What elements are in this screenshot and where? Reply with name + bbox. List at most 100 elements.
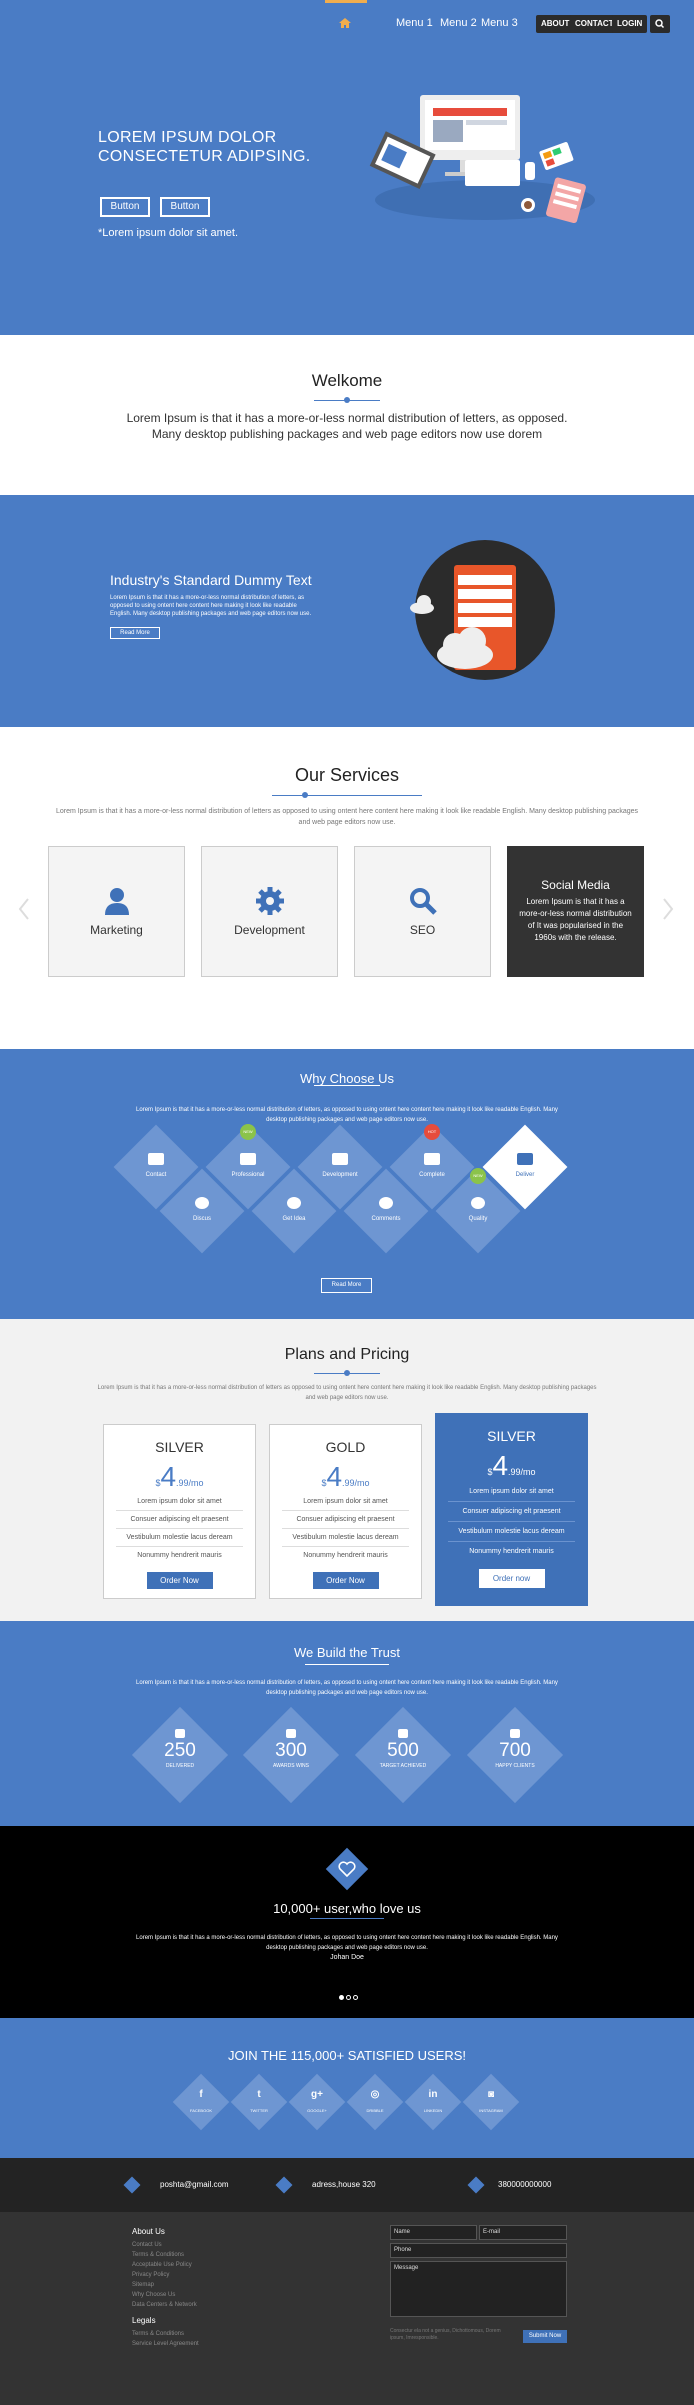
carousel-dot[interactable] xyxy=(353,1995,358,2000)
message-field[interactable]: Message xyxy=(390,2261,567,2317)
dummy-title: Industry's Standard Dummy Text xyxy=(110,572,312,588)
services-text: Lorem Ipsum is that it has a more-or-les… xyxy=(55,808,639,826)
footer-link[interactable]: Terms & Conditions xyxy=(132,2329,199,2339)
join-title: JOIN THE 115,000+ SATISFIED USERS! xyxy=(227,2048,467,2063)
footer-link[interactable]: Privacy Policy xyxy=(132,2270,197,2280)
why-title: Why Choose Us xyxy=(300,1071,394,1086)
carousel-dot-active[interactable] xyxy=(339,1995,344,2000)
social-diamond[interactable] xyxy=(172,2073,230,2131)
plan-feature: Vestibulum molestie lacus deream xyxy=(282,1529,409,1547)
social-diamond[interactable] xyxy=(404,2073,462,2131)
dummy-read-more-button[interactable]: Read More xyxy=(110,627,160,639)
linkedin-icon: in xyxy=(428,2089,438,2100)
footer-link[interactable]: Why Choose Us xyxy=(132,2290,197,2300)
social-label: INSTAGRAM xyxy=(479,2108,503,2113)
heart-icon xyxy=(338,1861,356,1877)
order-now-button[interactable]: Order now xyxy=(478,1569,545,1588)
hero-section: Menu 1 Menu 2 Menu 3 ABOUT CONTACT LOGIN… xyxy=(0,0,694,335)
social-diamond[interactable] xyxy=(462,2073,520,2131)
facebook-icon: f xyxy=(199,2089,203,2100)
social-label: TWITTER xyxy=(250,2108,268,2113)
feature-label: Development xyxy=(322,1172,358,1178)
footer-link[interactable]: Data Centers & Network xyxy=(132,2300,197,2310)
stat-label: DELIVERED xyxy=(165,1763,195,1769)
contact-email[interactable]: poshta@gmail.com xyxy=(160,2180,229,2189)
plan-name: SILVER xyxy=(155,1439,204,1455)
order-now-button[interactable]: Order Now xyxy=(312,1572,379,1589)
social-diamond[interactable] xyxy=(230,2073,288,2131)
about-button[interactable]: ABOUT xyxy=(536,15,575,33)
menu-1-link[interactable]: Menu 1 xyxy=(396,17,433,29)
service-label: Development xyxy=(234,923,305,937)
name-field[interactable]: Name xyxy=(390,2225,477,2240)
carousel-dot[interactable] xyxy=(346,1995,351,2000)
phone-field[interactable]: Phone xyxy=(390,2243,567,2258)
hero-title: LOREM IPSUM DOLOR CONSECTETUR ADIPSING. xyxy=(98,129,311,165)
welcome-section: Welkome Lorem Ipsum is that it has a mor… xyxy=(0,335,694,495)
services-title: Our Services xyxy=(294,765,400,785)
badge: NEW xyxy=(240,1124,256,1140)
service-description: Lorem Ipsum is that it has a more-or-les… xyxy=(519,897,632,942)
feature-icon xyxy=(240,1153,256,1165)
plan-card-featured: SILVER $4.99/mo Lorem ipsum dolor sit am… xyxy=(435,1413,588,1606)
stat-icon xyxy=(175,1729,185,1738)
feature-icon xyxy=(287,1197,301,1209)
badge: HOT xyxy=(424,1124,440,1140)
why-read-more-button[interactable]: Read More xyxy=(321,1278,372,1293)
search-button[interactable] xyxy=(650,15,670,33)
chevron-right-icon[interactable] xyxy=(662,897,674,921)
search-icon xyxy=(410,888,437,915)
contact-bar: poshta@gmail.com adress,house 320 380000… xyxy=(0,2158,694,2212)
gear-icon xyxy=(256,887,284,915)
price-cents: .99 xyxy=(342,1478,355,1488)
submit-button[interactable]: Submit Now xyxy=(523,2330,567,2343)
service-label: SEO xyxy=(409,923,436,937)
instagram-icon: ◙ xyxy=(487,2089,495,2100)
service-card-social-media[interactable]: Social Media Lorem Ipsum is that it has … xyxy=(507,846,644,977)
feature-label: Discus xyxy=(192,1216,211,1222)
login-button[interactable]: LOGIN xyxy=(612,15,648,33)
plans-text: Lorem Ipsum is that it has a more-or-les… xyxy=(97,1385,597,1401)
price-cents: .99 xyxy=(508,1467,521,1477)
social-diamond[interactable] xyxy=(288,2073,346,2131)
testimonial-author: Johan Doe xyxy=(330,1954,364,1961)
trust-title: We Build the Trust xyxy=(294,1645,400,1660)
stat-number: 700 xyxy=(499,1740,531,1761)
service-card-marketing[interactable]: Marketing xyxy=(48,846,185,977)
stat-number: 300 xyxy=(275,1740,307,1761)
service-card-development[interactable]: Development xyxy=(201,846,338,977)
footer-link[interactable]: Acceptable Use Policy xyxy=(132,2260,197,2270)
feature-icon xyxy=(517,1153,533,1165)
section-divider xyxy=(314,1370,380,1376)
dribbble-icon: ◎ xyxy=(370,2089,380,2100)
hero-button-2[interactable]: Button xyxy=(160,197,210,217)
footer-link[interactable]: Sitemap xyxy=(132,2280,197,2290)
price-value: 4 xyxy=(492,1450,509,1481)
stat-icon xyxy=(286,1729,296,1738)
plan-feature: Vestibulum molestie lacus deream xyxy=(116,1529,243,1547)
phone-icon xyxy=(467,2176,485,2194)
contact-phone[interactable]: 380000000000 xyxy=(498,2180,551,2189)
chevron-left-icon[interactable] xyxy=(18,897,30,921)
footer-link[interactable]: Terms & Conditions xyxy=(132,2250,197,2260)
menu-2-link[interactable]: Menu 2 xyxy=(440,17,477,29)
menu-3-link[interactable]: Menu 3 xyxy=(481,17,518,29)
order-now-button[interactable]: Order Now xyxy=(146,1572,213,1589)
social-diamond[interactable] xyxy=(346,2073,404,2131)
footer-legals-heading: Legals xyxy=(132,2316,156,2325)
feature-label: Professional xyxy=(231,1172,265,1178)
email-icon xyxy=(123,2176,141,2194)
email-field[interactable]: E-mail xyxy=(479,2225,567,2240)
testimonial-title: 10,000+ user,who love us xyxy=(273,1901,421,1916)
plan-name: SILVER xyxy=(487,1428,536,1444)
footer-link[interactable]: Contact Us xyxy=(132,2240,197,2250)
stat-number: 500 xyxy=(387,1740,419,1761)
feature-label: Complete xyxy=(419,1172,445,1178)
hero-button-1[interactable]: Button xyxy=(100,197,150,217)
dummy-text-section: Industry's Standard Dummy Text Lorem Ips… xyxy=(0,495,694,727)
footer-link[interactable]: Service Level Agreement xyxy=(132,2339,199,2349)
home-link[interactable] xyxy=(325,0,367,46)
service-card-seo[interactable]: SEO xyxy=(354,846,491,977)
plan-price: $4.99/mo xyxy=(321,1461,370,1492)
welcome-title: Welkome xyxy=(311,371,383,390)
